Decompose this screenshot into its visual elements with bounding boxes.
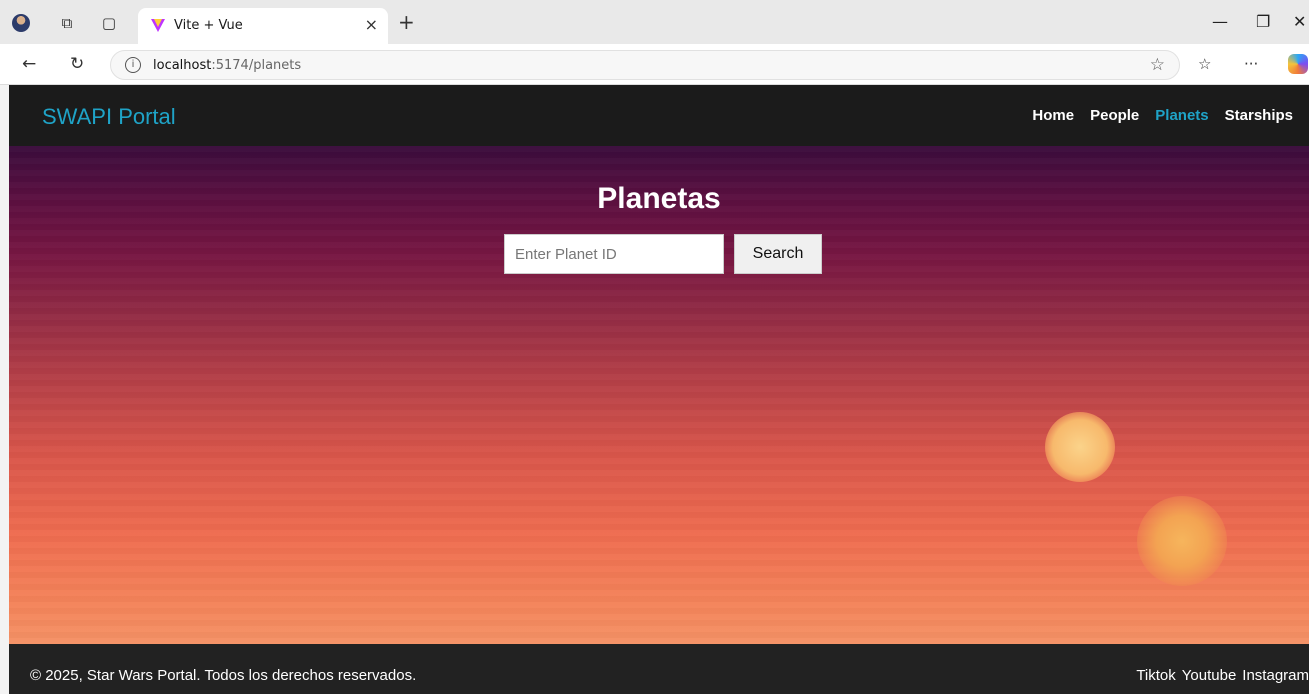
- tab-title: Vite + Vue: [174, 18, 243, 33]
- search-button[interactable]: Search: [734, 234, 822, 274]
- browser-tab-bar: ⧉ ▢ Vite + Vue × + — ❐ ✕: [0, 0, 1309, 44]
- restore-icon[interactable]: ❐: [1256, 12, 1270, 31]
- brand-logo[interactable]: SWAPI Portal: [42, 104, 176, 130]
- sun-1: [1045, 412, 1115, 482]
- social-link-tiktok[interactable]: Tiktok: [1136, 667, 1175, 684]
- social-link-instagram[interactable]: Instagram: [1242, 667, 1309, 684]
- refresh-icon[interactable]: ↻: [70, 54, 84, 74]
- web-page: SWAPI Portal Home People Planets Starshi…: [9, 85, 1309, 694]
- close-window-icon[interactable]: ✕: [1293, 12, 1306, 31]
- favorites-icon[interactable]: ☆: [1198, 55, 1211, 73]
- more-icon[interactable]: ···: [1244, 55, 1258, 73]
- page-title: Planetas: [597, 182, 721, 215]
- tab-actions-icon[interactable]: ▢: [98, 12, 120, 34]
- nav-link-starships[interactable]: Starships: [1225, 107, 1293, 124]
- profile-avatar[interactable]: [12, 14, 30, 32]
- social-links: Tiktok Youtube Instagram: [1136, 667, 1309, 684]
- address-bar: ← ↻ i localhost:5174/planets ☆ ☆ ···: [0, 44, 1309, 85]
- site-footer: © 2025, Star Wars Portal. Todos los dere…: [9, 644, 1309, 694]
- url-text: localhost:5174/planets: [153, 58, 302, 73]
- social-link-youtube[interactable]: Youtube: [1182, 667, 1237, 684]
- minimize-icon[interactable]: —: [1212, 12, 1228, 31]
- nav-link-people[interactable]: People: [1090, 107, 1139, 124]
- planet-id-input[interactable]: [504, 234, 724, 274]
- hero-background: Planetas Search: [9, 146, 1309, 644]
- browser-tab[interactable]: Vite + Vue ×: [138, 8, 388, 44]
- vite-logo-icon: [151, 19, 165, 32]
- favorite-star-icon[interactable]: ☆: [1150, 55, 1165, 75]
- nav-link-planets[interactable]: Planets: [1155, 107, 1208, 124]
- site-navbar: SWAPI Portal Home People Planets Starshi…: [9, 85, 1309, 146]
- copilot-icon[interactable]: [1288, 54, 1308, 74]
- url-field[interactable]: i localhost:5174/planets ☆: [110, 50, 1180, 80]
- workspaces-icon[interactable]: ⧉: [56, 12, 78, 34]
- new-tab-button[interactable]: +: [398, 12, 415, 32]
- back-icon[interactable]: ←: [22, 54, 36, 74]
- sun-2: [1137, 496, 1227, 586]
- nav-link-home[interactable]: Home: [1032, 107, 1074, 124]
- nav-links: Home People Planets Starships: [1032, 107, 1293, 124]
- background-haze: [9, 146, 1309, 644]
- copyright-text: © 2025, Star Wars Portal. Todos los dere…: [30, 667, 417, 684]
- info-icon[interactable]: i: [125, 57, 141, 73]
- tab-close-icon[interactable]: ×: [365, 15, 378, 34]
